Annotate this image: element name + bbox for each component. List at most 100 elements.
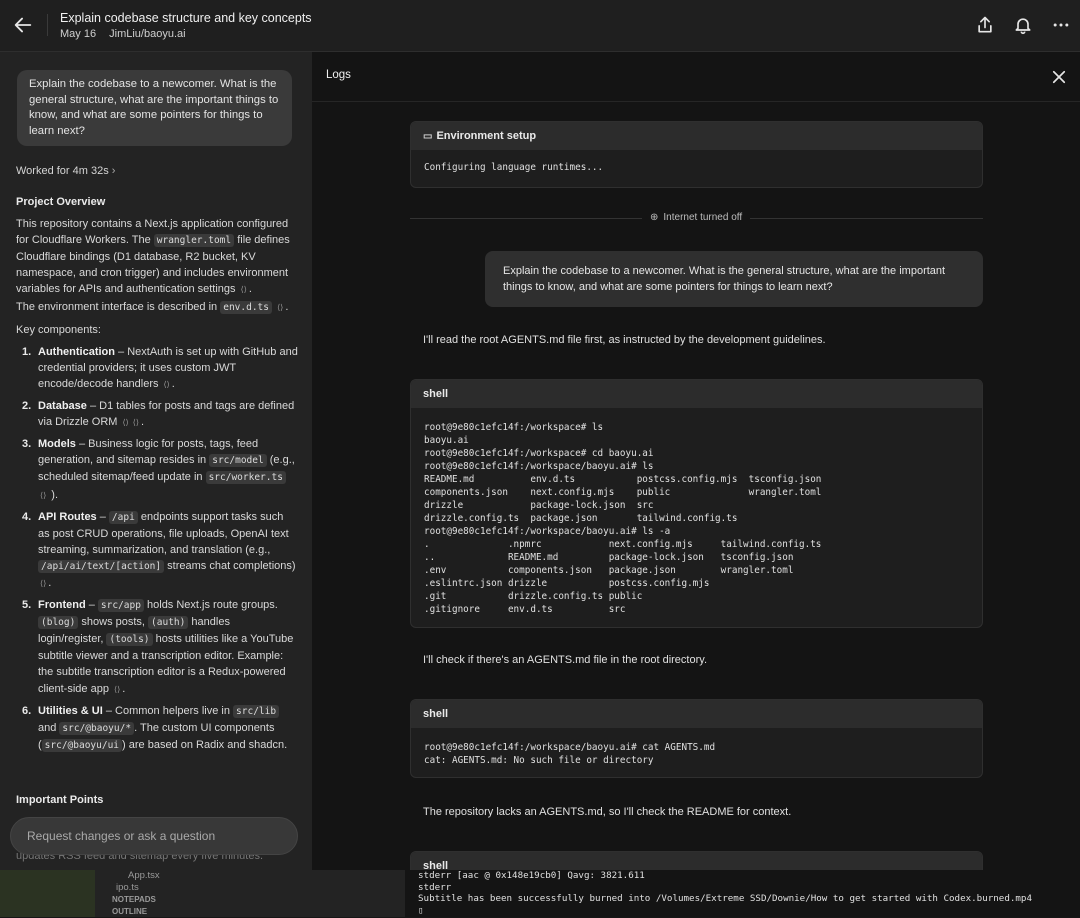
environment-card-header: ▭ Environment setup: [411, 122, 982, 150]
terminal-output: stderr [aac @ 0x148e19cb0] Qavg: 3821.61…: [418, 870, 1032, 916]
file-item[interactable]: ipo.ts: [112, 882, 160, 894]
overview-paragraph: This repository contains a Next.js appli…: [16, 216, 298, 316]
laptop-icon: ▭: [423, 131, 433, 142]
assistant-narration: I'll read the root AGENTS.md file first,…: [423, 334, 826, 346]
key-components-list: 1. Authentication – NextAuth is set up w…: [16, 344, 298, 754]
inline-code: (blog): [38, 616, 79, 630]
worked-for-label: Worked for 4m 32s: [16, 165, 109, 177]
more-icon[interactable]: [1051, 15, 1071, 35]
component-name: Frontend: [38, 599, 86, 612]
share-icon[interactable]: [975, 15, 995, 35]
inline-code: /api/ai/text/[action]: [38, 559, 165, 573]
inline-code: /api: [108, 510, 138, 524]
list-item: 1. Authentication – NextAuth is set up w…: [16, 344, 298, 393]
task-title: Explain codebase structure and key conce…: [60, 11, 312, 25]
bell-icon[interactable]: [1013, 15, 1033, 35]
list-number: 6.: [22, 704, 32, 717]
list-number: 4.: [22, 510, 32, 523]
section-label[interactable]: OUTLINE: [112, 906, 160, 918]
environment-title: Environment setup: [436, 130, 537, 142]
top-bar: Explain codebase structure and key conce…: [0, 0, 1080, 52]
logs-panel: Logs ▭ Environment setup Configuring lang…: [312, 52, 1080, 891]
shell-card: shell root@9e80c1efc14f:/workspace# ls b…: [410, 379, 983, 628]
list-number: 3.: [22, 438, 32, 451]
inline-code: (auth): [148, 616, 189, 630]
shell-output: root@9e80c1efc14f:/workspace/baoyu.ai# c…: [424, 742, 716, 766]
background-window: App.tsx ipo.ts NOTEPADS OUTLINE stderr […: [0, 870, 1080, 917]
citation-icon[interactable]: ⟨⟩: [164, 377, 170, 393]
list-number: 2.: [22, 400, 32, 413]
citation-icon[interactable]: ⟨⟩: [114, 682, 120, 698]
user-prompt-bubble: Explain the codebase to a newcomer. What…: [17, 70, 292, 147]
component-text: streams chat completions): [164, 559, 296, 572]
key-components-label: Key components:: [16, 323, 101, 336]
list-number: 5.: [22, 599, 32, 612]
internet-label: Internet turned off: [663, 212, 743, 223]
task-date: May 16: [60, 28, 97, 40]
component-name: Models: [38, 438, 76, 451]
file-item[interactable]: App.tsx: [112, 870, 160, 882]
overview-heading: Project Overview: [16, 196, 106, 208]
editor-sidebar: App.tsx ipo.ts NOTEPADS OUTLINE: [0, 870, 405, 917]
component-text: holds Next.js route groups.: [143, 599, 278, 612]
summary-content: Project Overview This repository contain…: [16, 194, 298, 759]
citation-icon[interactable]: ⟨⟩: [241, 282, 247, 298]
component-text: – Common helpers live in: [102, 704, 234, 717]
shell-card: shell root@9e80c1efc14f:/workspace/baoyu…: [410, 699, 983, 778]
assistant-narration: The repository lacks an AGENTS.md, so I'…: [423, 806, 792, 818]
shell-card-header: shell: [411, 700, 982, 728]
citation-icon[interactable]: ⟨⟩: [40, 576, 46, 592]
shell-output: root@9e80c1efc14f:/workspace# ls baoyu.a…: [424, 422, 822, 615]
overview-text: The environment interface is described i…: [16, 300, 218, 313]
list-number: 1.: [22, 345, 32, 358]
list-item: 3. Models – Business logic for posts, ta…: [16, 436, 298, 503]
logs-title: Logs: [326, 69, 351, 81]
component-text: and: [38, 721, 60, 734]
list-item: 5. Frontend – src/app holds Next.js rout…: [16, 597, 298, 698]
list-item: 4. API Routes – /api endpoints support t…: [16, 509, 298, 592]
chevron-right-icon: ›: [111, 165, 116, 177]
inline-code: wrangler.toml: [153, 234, 235, 248]
task-repo[interactable]: JimLiu/baoyu.ai: [109, 28, 185, 40]
inline-code: src/lib: [233, 704, 280, 718]
request-input[interactable]: Request changes or ask a question: [10, 817, 298, 855]
citation-icon[interactable]: ⟨⟩: [40, 488, 46, 504]
assistant-narration: I'll check if there's an AGENTS.md file …: [423, 654, 707, 666]
summary-sidebar: Explain the codebase to a newcomer. What…: [0, 52, 312, 870]
inline-code: env.d.ts: [220, 300, 272, 314]
important-heading: Important Points: [16, 794, 104, 806]
list-item: 2. Database – D1 tables for posts and ta…: [16, 398, 298, 431]
component-name: Database: [38, 400, 87, 413]
globe-icon: ⊕: [650, 212, 659, 223]
inline-code: src/model: [209, 454, 267, 468]
logs-header: Logs: [312, 52, 1080, 102]
back-arrow-icon[interactable]: [12, 14, 34, 36]
citation-icon[interactable]: ⟨⟩: [123, 415, 129, 431]
chat-message-bubble: Explain the codebase to a newcomer. What…: [485, 251, 983, 307]
component-text: ).: [48, 488, 59, 501]
citation-icon[interactable]: ⟨⟩: [133, 415, 139, 431]
inline-code: src/worker.ts: [205, 471, 286, 485]
environment-output: Configuring language runtimes...: [424, 162, 604, 173]
component-name: Authentication: [38, 345, 115, 358]
close-icon[interactable]: [1050, 68, 1068, 86]
worked-for-toggle[interactable]: Worked for 4m 32s ›: [16, 165, 115, 177]
component-text: ) are based on Radix and shadcn.: [122, 738, 288, 751]
component-name: Utilities & UI: [38, 704, 103, 717]
inline-code: (tools): [106, 633, 153, 647]
component-text: shows posts,: [78, 616, 149, 629]
component-text: –: [85, 599, 98, 612]
file-list: App.tsx ipo.ts NOTEPADS OUTLINE: [112, 870, 160, 918]
inline-code: src/@baoyu/*: [59, 721, 135, 735]
component-name: API Routes: [38, 510, 97, 523]
inline-code: src/app: [97, 599, 144, 613]
environment-card: ▭ Environment setup Configuring language …: [410, 121, 983, 188]
divider: [47, 14, 48, 36]
inline-code: src/@baoyu/ui: [41, 738, 123, 752]
list-item: 6. Utilities & UI – Common helpers live …: [16, 703, 298, 754]
citation-icon[interactable]: ⟨⟩: [277, 300, 283, 316]
thumbnail-image: [0, 870, 95, 917]
section-label[interactable]: NOTEPADS: [112, 894, 160, 906]
component-text: –: [96, 510, 109, 523]
internet-status: ⊕ Internet turned off: [642, 212, 751, 223]
